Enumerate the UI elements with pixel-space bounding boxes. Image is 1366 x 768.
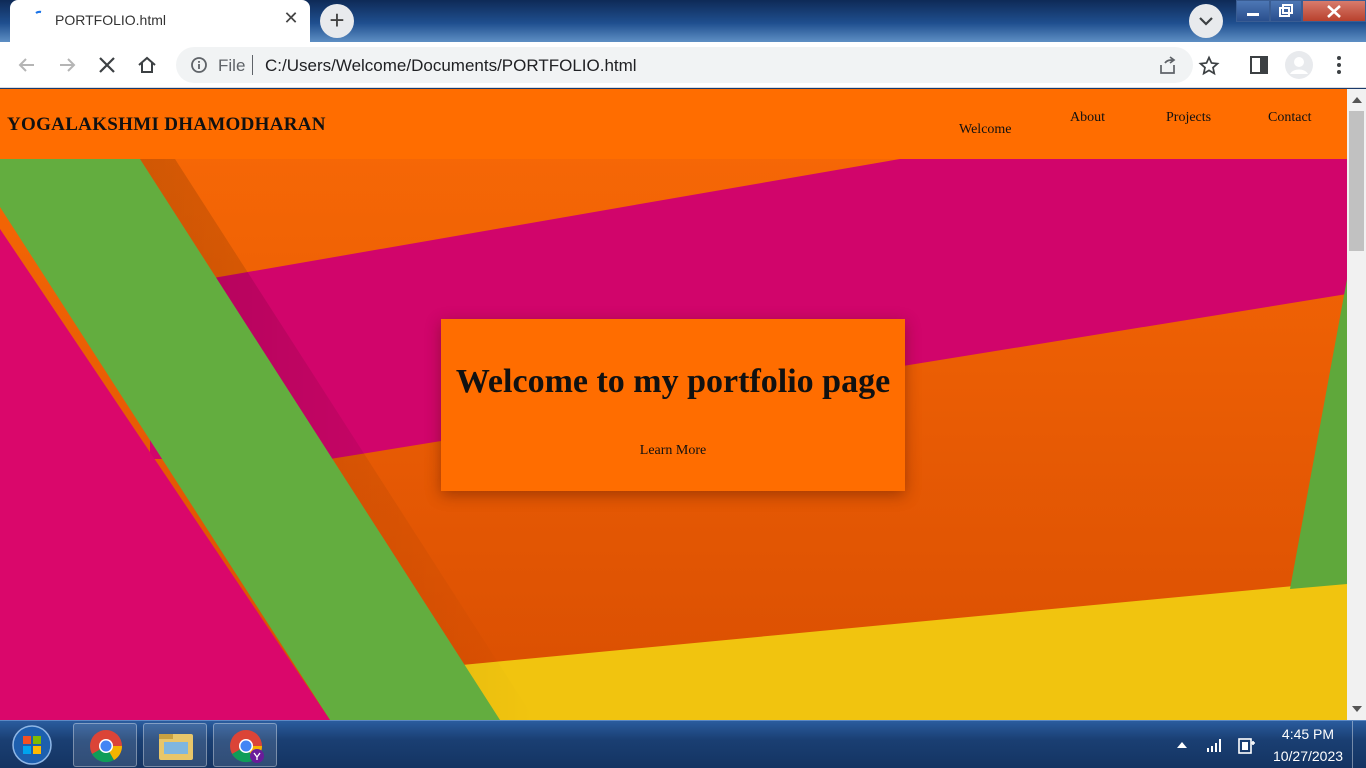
stop-icon[interactable] (96, 54, 118, 76)
tray-clock-time[interactable]: 4:45 PM (1268, 726, 1348, 742)
url-separator (252, 55, 253, 75)
url-text[interactable]: C:/Users/Welcome/Documents/PORTFOLIO.htm… (265, 56, 637, 76)
nav-link-welcome[interactable]: Welcome (959, 122, 1012, 138)
minimize-button[interactable] (1236, 0, 1270, 22)
chevron-down-icon (1199, 17, 1213, 26)
learn-more-button[interactable]: Learn More (441, 443, 905, 459)
tray-expand-icon[interactable] (1176, 740, 1188, 750)
minimize-icon (1247, 13, 1259, 16)
tray-clock-date[interactable]: 10/27/2023 (1262, 748, 1354, 764)
scroll-down-arrow-icon[interactable] (1352, 706, 1362, 712)
info-icon[interactable] (190, 56, 208, 74)
page-scrollbar[interactable] (1347, 89, 1366, 720)
show-desktop-button[interactable] (1352, 721, 1366, 768)
tab-close-button[interactable]: ✕ (282, 9, 300, 27)
site-navbar: YOGALAKSHMI DHAMODHARAN Welcome About Pr… (0, 89, 1347, 159)
menu-icon[interactable] (1328, 54, 1350, 76)
nav-link-contact[interactable]: Contact (1268, 110, 1312, 126)
window-controls (1236, 0, 1366, 22)
explorer-icon (159, 734, 193, 760)
tab-search-button[interactable] (1189, 4, 1223, 38)
profile-icon[interactable] (1284, 50, 1314, 80)
back-icon[interactable] (16, 54, 38, 76)
sidepanel-icon[interactable] (1248, 54, 1270, 76)
nav-link-about[interactable]: About (1070, 110, 1105, 126)
scroll-up-arrow-icon[interactable] (1352, 97, 1362, 103)
chrome-profile-icon (230, 730, 264, 763)
page-viewport: YOGALAKSHMI DHAMODHARAN Welcome About Pr… (0, 89, 1347, 720)
tab-title: PORTFOLIO.html (55, 12, 166, 28)
nav-link-projects[interactable]: Projects (1166, 110, 1211, 126)
browser-titlebar: PORTFOLIO.html ✕ + (0, 0, 1366, 42)
hero-title: Welcome to my portfolio page (455, 363, 891, 400)
taskbar-chrome-button[interactable] (73, 723, 137, 767)
scroll-thumb[interactable] (1349, 111, 1364, 251)
power-icon[interactable] (1236, 735, 1256, 755)
close-window-button[interactable] (1302, 0, 1366, 22)
share-icon[interactable] (1157, 55, 1179, 77)
taskbar-chrome-profile-button[interactable] (213, 723, 277, 767)
new-tab-button[interactable]: + (320, 4, 354, 38)
loading-icon (35, 10, 42, 14)
restore-button[interactable] (1270, 0, 1302, 22)
address-bar[interactable]: File C:/Users/Welcome/Documents/PORTFOLI… (176, 47, 1220, 83)
network-icon[interactable] (1206, 737, 1224, 753)
url-scheme-label: File (218, 56, 246, 75)
browser-toolbar: File C:/Users/Welcome/Documents/PORTFOLI… (0, 42, 1366, 88)
windows-taskbar: 4:45 PM 10/27/2023 (0, 720, 1366, 768)
site-logo[interactable]: YOGALAKSHMI DHAMODHARAN (7, 114, 326, 136)
hero-card: Welcome to my portfolio page Learn More (441, 319, 905, 491)
star-icon[interactable] (1198, 55, 1220, 77)
taskbar-explorer-button[interactable] (143, 723, 207, 767)
close-icon (1327, 5, 1341, 18)
forward-icon[interactable] (56, 54, 78, 76)
home-icon[interactable] (136, 54, 158, 76)
start-button-icon[interactable] (10, 724, 54, 766)
browser-tab[interactable]: PORTFOLIO.html ✕ (10, 0, 310, 42)
restore-icon (1279, 4, 1293, 17)
chrome-icon (90, 730, 123, 763)
